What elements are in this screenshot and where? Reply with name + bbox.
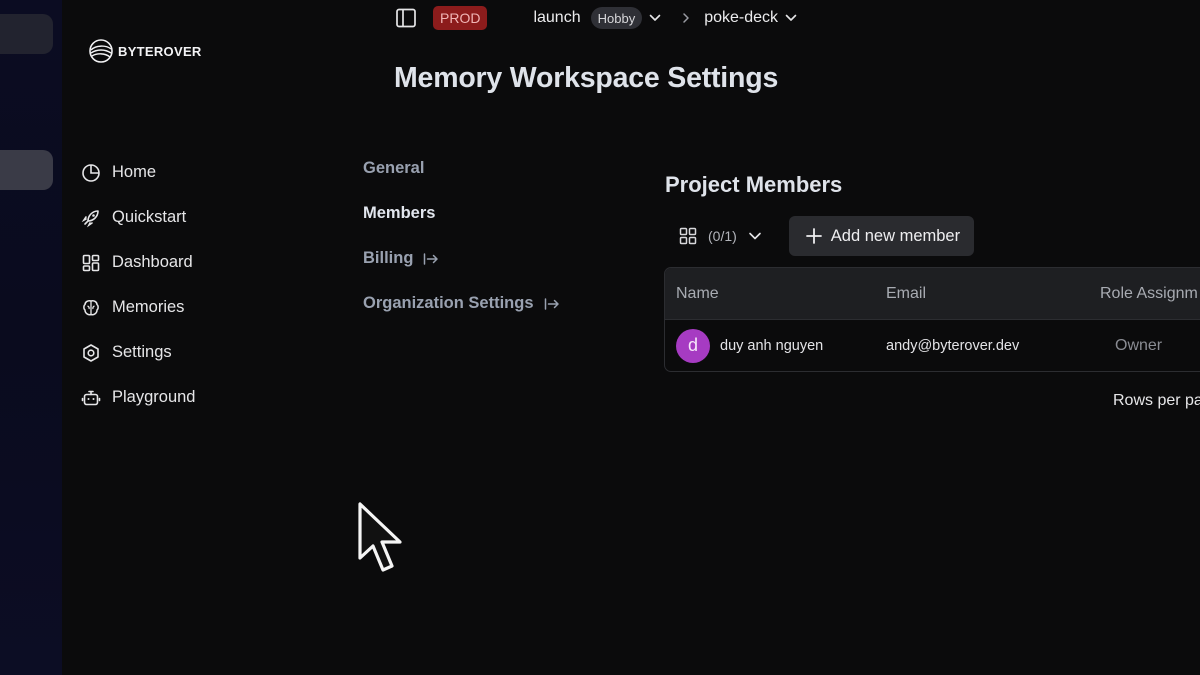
sidebar-item-memories[interactable]: Memories: [80, 285, 300, 330]
column-selector-button[interactable]: (0/1): [668, 216, 773, 256]
grid-icon: [679, 227, 697, 245]
add-member-label: Add new member: [830, 226, 961, 245]
sidebar-nav: Home Quickstart Dashboard Memories Setti…: [80, 150, 300, 420]
selection-count: (0/1): [708, 228, 737, 244]
settings-tab-organization[interactable]: Organization Settings: [363, 281, 560, 326]
section-title: Project Members: [665, 172, 843, 197]
byterover-logo-icon: [89, 39, 113, 63]
sidebar-item-label: Settings: [112, 343, 172, 361]
background-window-strip: [0, 0, 62, 675]
member-role[interactable]: Owner: [1115, 320, 1162, 371]
panel-left-icon: [396, 8, 416, 28]
sidebar-toggle-button[interactable]: [394, 6, 418, 30]
sidebar-item-label: Dashboard: [112, 253, 193, 271]
settings-tab-label: Members: [363, 204, 436, 222]
plan-badge: Hobby: [590, 7, 643, 29]
avatar: d: [676, 328, 710, 363]
add-member-button[interactable]: Add new member: [788, 216, 975, 256]
settings-tab-members[interactable]: Members: [363, 191, 560, 236]
sidebar-item-label: Playground: [112, 388, 196, 406]
sidebar-item-home[interactable]: Home: [80, 150, 300, 195]
dashboard-grid-icon: [80, 252, 102, 274]
logo-text: BYTEROVER: [118, 43, 202, 59]
column-header-email[interactable]: Email: [886, 268, 926, 319]
background-strip-item: [0, 14, 53, 54]
pie-chart-icon: [80, 162, 102, 184]
settings-tab-billing[interactable]: Billing: [363, 236, 560, 281]
member-email: andy@byterover.dev: [886, 337, 1020, 354]
settings-tab-label: Billing: [363, 249, 414, 267]
members-toolbar: (0/1) Add new member: [668, 216, 975, 256]
rows-per-page-label: Rows per pa: [1113, 392, 1200, 409]
plus-icon: [805, 228, 822, 244]
sidebar-item-label: Quickstart: [112, 208, 187, 226]
breadcrumb-workspace[interactable]: launch: [533, 9, 580, 27]
table-header: Name Email Role Assignm: [665, 268, 1200, 320]
page-title: Memory Workspace Settings: [394, 62, 779, 94]
environment-badge[interactable]: PROD: [433, 6, 488, 30]
brain-icon: [80, 297, 102, 319]
sidebar-item-playground[interactable]: Playground: [80, 375, 300, 420]
members-table: Name Email Role Assignm d duy anh nguyen…: [664, 267, 1200, 372]
app-window: BYTEROVER Home Quickstart Dashboard Memo…: [0, 0, 1200, 675]
mouse-cursor-icon: [358, 502, 402, 572]
sidebar-item-settings[interactable]: Settings: [80, 330, 300, 375]
external-link-arrow-icon: [544, 296, 560, 312]
breadcrumb-project[interactable]: poke-deck: [704, 9, 778, 27]
app-logo[interactable]: BYTEROVER: [88, 38, 202, 64]
bot-icon: [80, 387, 102, 409]
sidebar-item-dashboard[interactable]: Dashboard: [80, 240, 300, 285]
rocket-icon: [80, 207, 102, 229]
table-row[interactable]: d duy anh nguyen andy@byterover.dev Owne…: [665, 320, 1200, 371]
external-link-arrow-icon: [423, 251, 439, 267]
chevron-right-icon: [680, 11, 692, 25]
sidebar-item-label: Memories: [112, 298, 185, 316]
settings-tab-label: General: [363, 159, 425, 177]
settings-tab-general[interactable]: General: [363, 146, 560, 191]
hexagon-settings-icon: [80, 342, 102, 364]
chevron-down-icon[interactable]: [648, 11, 662, 25]
background-strip-item: [0, 150, 53, 190]
chevron-down-icon[interactable]: [784, 11, 798, 25]
settings-tab-label: Organization Settings: [363, 294, 534, 312]
sidebar-item-quickstart[interactable]: Quickstart: [80, 195, 300, 240]
member-name: duy anh nguyen: [720, 337, 824, 354]
column-header-role[interactable]: Role Assignm: [1100, 268, 1198, 319]
column-header-name[interactable]: Name: [676, 268, 719, 319]
top-bar: PROD launch Hobby poke-deck: [394, 4, 798, 32]
member-name-cell: d duy anh nguyen: [676, 320, 823, 371]
settings-nav: General Members Billing Organization Set…: [363, 146, 560, 326]
chevron-down-icon: [748, 232, 761, 240]
sidebar-item-label: Home: [112, 163, 157, 181]
